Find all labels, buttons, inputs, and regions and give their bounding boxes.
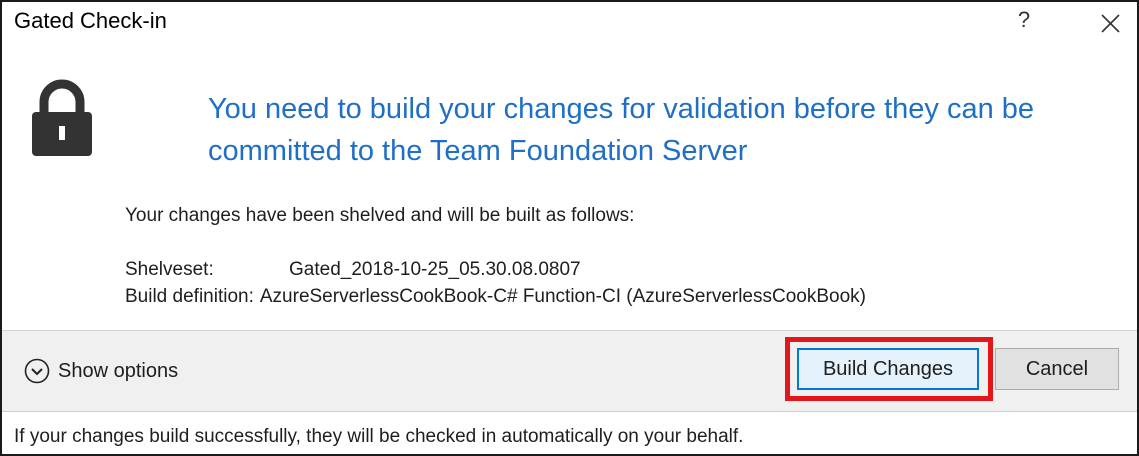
lock-icon <box>32 79 92 156</box>
detail-value: Gated_2018-10-25_05.30.08.0807 <box>289 259 581 280</box>
window-title: Gated Check-in <box>14 8 167 33</box>
title-bar: Gated Check-in ? <box>2 2 1137 42</box>
headline-message: You need to build your changes for valid… <box>208 93 1035 167</box>
chevron-down-circle-icon <box>24 358 50 384</box>
dialog-footer: Show options Build Changes Cancel <box>2 330 1137 412</box>
status-bar: If your changes build successfully, they… <box>2 412 1137 454</box>
close-button[interactable] <box>1095 8 1125 38</box>
build-details: Shelveset: Gated_2018-10-25_05.30.08.080… <box>125 256 866 310</box>
detail-row-build-definition: Build definition: AzureServerlessCookBoo… <box>125 283 866 310</box>
detail-label: Build definition: <box>125 286 254 307</box>
detail-row-shelveset: Shelveset: Gated_2018-10-25_05.30.08.080… <box>125 256 866 283</box>
close-icon <box>1101 14 1120 33</box>
cancel-button[interactable]: Cancel <box>995 348 1119 390</box>
detail-label: Shelveset: <box>125 259 214 280</box>
detail-value: AzureServerlessCookBook-C# Function-CI (… <box>259 286 866 307</box>
gated-checkin-dialog: Gated Check-in ? You need to build your … <box>0 0 1139 456</box>
intro-text: Your changes have been shelved and will … <box>125 205 635 226</box>
show-options-label: Show options <box>58 359 179 382</box>
status-text: If your changes build successfully, they… <box>14 426 744 447</box>
show-options-toggle[interactable]: Show options <box>24 358 178 384</box>
build-changes-button[interactable]: Build Changes <box>797 348 979 390</box>
help-button[interactable]: ? <box>1009 6 1039 36</box>
